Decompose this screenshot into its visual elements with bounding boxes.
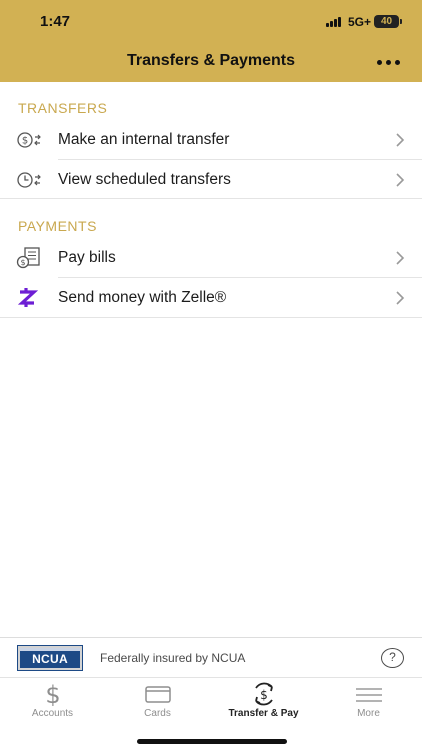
tab-accounts[interactable]: $ Accounts (0, 678, 105, 728)
insured-text: Federally insured by NCUA (100, 651, 246, 665)
ncua-logo-text: NCUA (32, 652, 68, 666)
tab-label: Cards (144, 708, 171, 719)
battery-icon: 40 (374, 15, 399, 28)
home-indicator (137, 739, 287, 744)
bill-icon: $ (16, 247, 40, 269)
section-title-payments: PAYMENTS (18, 218, 97, 234)
svg-text:$: $ (22, 136, 28, 147)
send-money-zelle-row[interactable]: Send money with Zelle® (0, 278, 422, 318)
make-internal-transfer-row[interactable]: $ Make an internal transfer (0, 120, 422, 160)
zelle-icon (17, 288, 39, 307)
help-icon[interactable]: ? (381, 648, 404, 668)
page-title: Transfers & Payments (126, 52, 296, 69)
divider (0, 198, 422, 199)
status-bar: 1:47 5G+ 40 (0, 0, 422, 44)
status-time: 1:47 (40, 13, 71, 30)
pay-bills-row[interactable]: $ Pay bills (0, 238, 422, 278)
svg-text:$: $ (45, 682, 60, 706)
chevron-right-icon (396, 173, 405, 187)
svg-text:$: $ (20, 258, 25, 267)
section-title-transfers: TRANSFERS (18, 100, 108, 116)
transfer-pay-icon: $ (255, 682, 273, 706)
ncua-logo: NCUA (17, 645, 83, 671)
dollar-transfer-icon: $ (17, 132, 41, 148)
tab-label: Accounts (31, 708, 74, 719)
svg-text:$: $ (260, 688, 268, 702)
card-icon (145, 686, 171, 703)
row-label: Send money with Zelle® (58, 289, 227, 306)
divider (0, 317, 422, 318)
chevron-right-icon (396, 251, 405, 265)
tab-cards[interactable]: Cards (105, 678, 210, 728)
battery-level: 40 (380, 16, 393, 27)
tab-label: More (357, 708, 380, 719)
menu-icon (356, 688, 382, 702)
row-label: Pay bills (58, 249, 116, 266)
tab-more[interactable]: More (316, 678, 421, 728)
network-label: 5G+ (348, 15, 372, 29)
row-label: Make an internal transfer (58, 131, 230, 148)
app-header: 1:47 5G+ 40 Transfers & Payments (0, 0, 422, 82)
dollar-icon: $ (45, 682, 60, 706)
battery-tip (400, 19, 402, 24)
ncua-footer: NCUA Federally insured by NCUA ? (0, 637, 422, 677)
more-horizontal-icon[interactable] (374, 52, 404, 72)
signal-icon (326, 17, 342, 27)
tab-label: Transfer & Pay (228, 708, 299, 719)
chevron-right-icon (396, 133, 405, 147)
tab-transfer-pay[interactable]: $ Transfer & Pay (211, 678, 316, 728)
view-scheduled-transfers-row[interactable]: View scheduled transfers (0, 160, 422, 200)
clock-transfer-icon (17, 172, 41, 188)
row-label: View scheduled transfers (58, 171, 231, 188)
chevron-right-icon (396, 291, 405, 305)
